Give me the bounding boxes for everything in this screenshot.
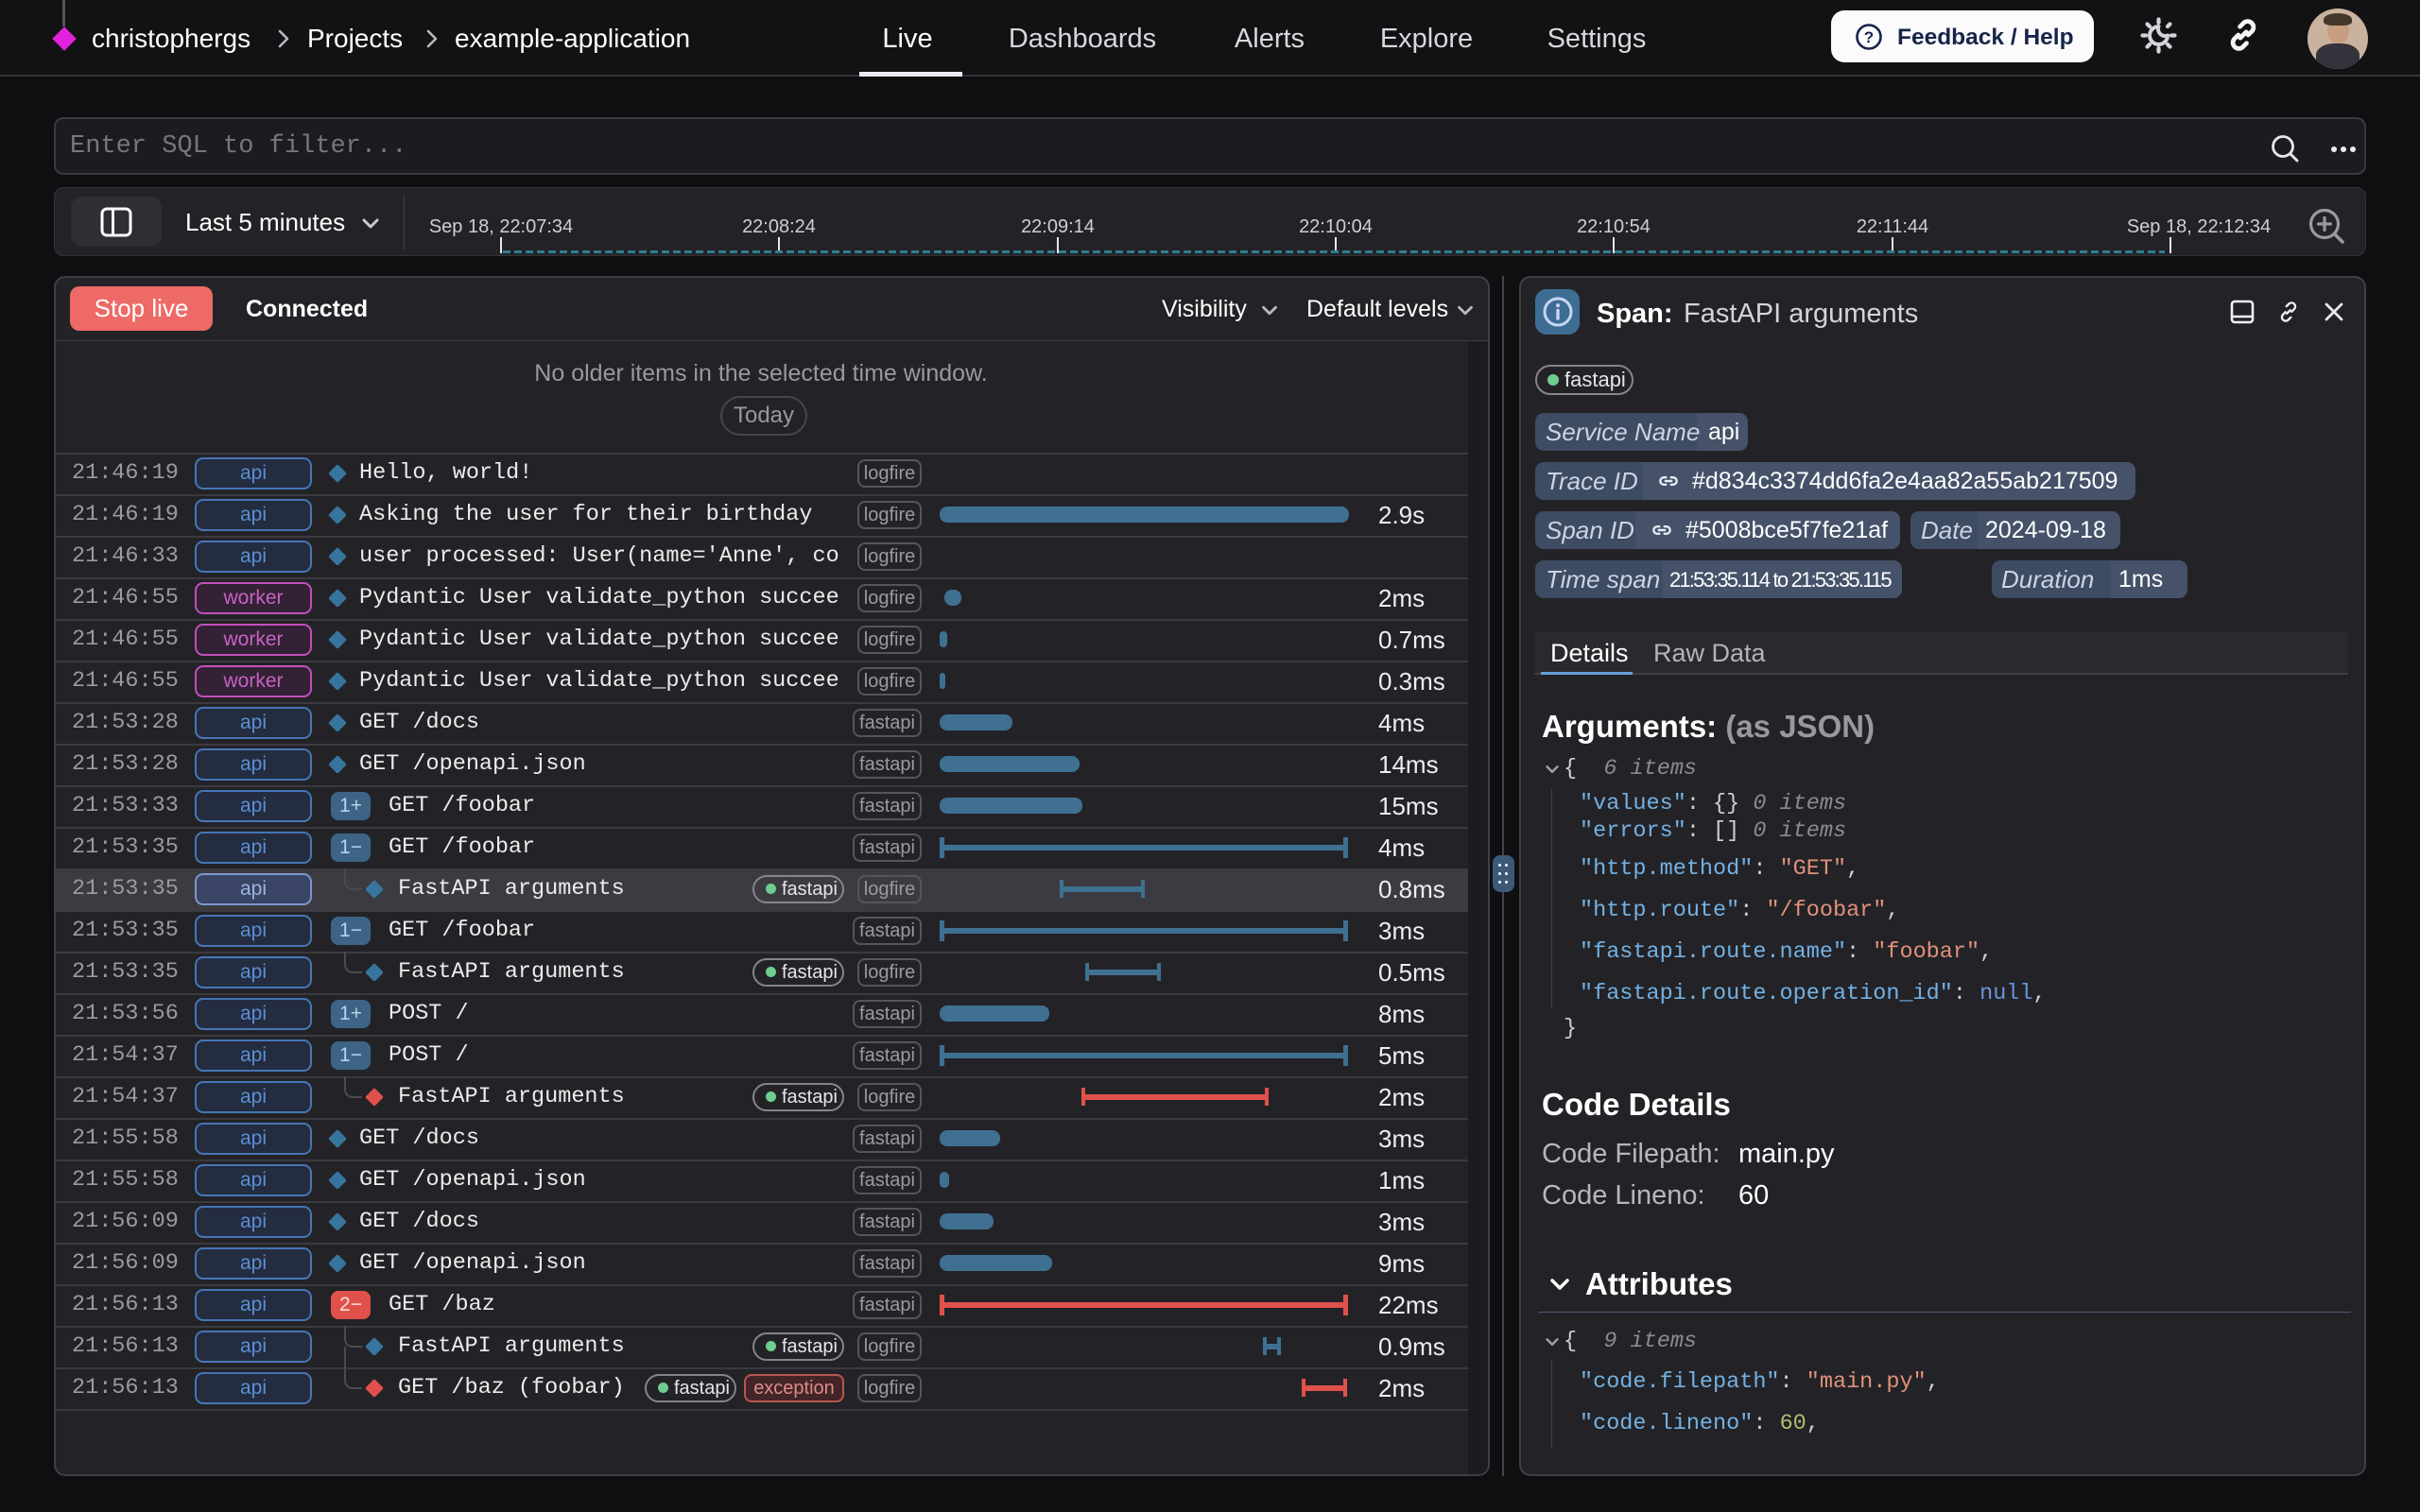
svg-text:?: ?: [1864, 28, 1874, 46]
